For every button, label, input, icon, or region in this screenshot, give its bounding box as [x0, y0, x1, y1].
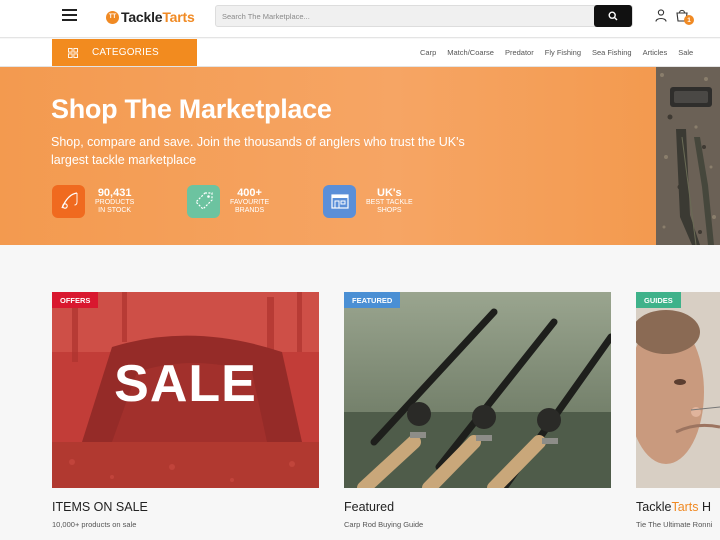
hero-image — [656, 67, 720, 245]
nav-link-carp[interactable]: Carp — [420, 48, 436, 57]
logo-prefix: Tackle — [121, 9, 163, 25]
stat-products: 90,431 PRODUCTS IN STOCK — [52, 184, 134, 218]
tag-featured: FEATURED — [344, 292, 401, 308]
search-bar — [215, 5, 633, 27]
categories-button[interactable]: CATEGORIES — [52, 39, 197, 66]
search-icon — [608, 11, 618, 21]
card-guides-title-accent: Tarts — [671, 500, 699, 514]
logo-accent: Tarts — [162, 9, 195, 25]
nav-link-sea-fishing[interactable]: Sea Fishing — [592, 48, 632, 57]
card-offers-image[interactable]: SALE OFFERS — [52, 292, 319, 488]
stat-brands-value: 400+ — [237, 187, 262, 199]
nav-link-match-coarse[interactable]: Match/Coarse — [447, 48, 494, 57]
stat-products-caption-2: IN STOCK — [98, 207, 132, 214]
tag-offers: OFFERS — [52, 292, 99, 308]
card-guides-title[interactable]: TackleTarts H — [636, 500, 711, 514]
stat-brands-caption-2: BRANDS — [234, 207, 265, 214]
card-guides-title-prefix: Tackle — [636, 500, 672, 514]
price-tag-icon — [187, 184, 220, 218]
site-logo[interactable]: TT TackleTarts — [106, 8, 195, 26]
nav-link-predator[interactable]: Predator — [505, 48, 534, 57]
hero-title: Shop The Marketplace — [51, 94, 332, 124]
tag-guides: GUIDES — [636, 292, 681, 308]
nav-link-sale[interactable]: Sale — [678, 48, 693, 57]
logo-badge: TT — [106, 10, 119, 24]
search-button[interactable] — [594, 5, 632, 27]
category-nav: CATEGORIES Carp Match/Coarse Predator Fl… — [0, 39, 720, 67]
stat-shops-value: UK's — [377, 187, 402, 199]
card-featured-image[interactable]: FEATURED — [344, 292, 611, 488]
nav-links: Carp Match/Coarse Predator Fly Fishing S… — [420, 48, 704, 57]
card-guides-image[interactable]: GUIDES — [636, 292, 720, 488]
card-featured-title[interactable]: Featured — [344, 500, 394, 514]
hero-subtitle: Shop, compare and save. Join the thousan… — [51, 135, 465, 167]
nav-link-fly-fishing[interactable]: Fly Fishing — [545, 48, 581, 57]
search-input[interactable] — [222, 8, 582, 24]
stat-shops: UK's BEST TACKLE SHOPS — [323, 184, 413, 218]
card-guides-subtitle: Tie The Ultimate Ronni — [636, 520, 713, 529]
cart-count-badge: 1 — [684, 15, 694, 25]
categories-label: CATEGORIES — [92, 47, 159, 58]
logo-text: TackleTarts — [121, 9, 195, 25]
stat-brands-caption-1: FAVOURITE — [230, 199, 270, 206]
card-guides-title-suffix: H — [698, 500, 712, 514]
stat-brands: 400+ FAVOURITE BRANDS — [187, 184, 269, 218]
sale-image-text: SALE — [114, 355, 257, 413]
grid-icon — [68, 47, 78, 58]
stat-products-caption-1: PRODUCTS — [95, 199, 135, 206]
site-header: TT TackleTarts 1 — [0, 0, 720, 38]
nav-link-articles[interactable]: Articles — [643, 48, 668, 57]
stat-shops-caption-2: SHOPS — [377, 207, 402, 214]
fishing-rod-icon — [52, 184, 85, 218]
card-featured-subtitle: Carp Rod Buying Guide — [344, 520, 424, 529]
user-icon[interactable] — [655, 9, 667, 22]
card-offers-title[interactable]: ITEMS ON SALE — [52, 500, 148, 514]
card-offers-subtitle: 10,000+ products on sale — [52, 520, 137, 529]
menu-icon[interactable] — [62, 9, 77, 23]
shop-icon — [323, 184, 356, 218]
stat-shops-caption-1: BEST TACKLE — [366, 199, 413, 206]
stat-products-value: 90,431 — [97, 187, 132, 199]
